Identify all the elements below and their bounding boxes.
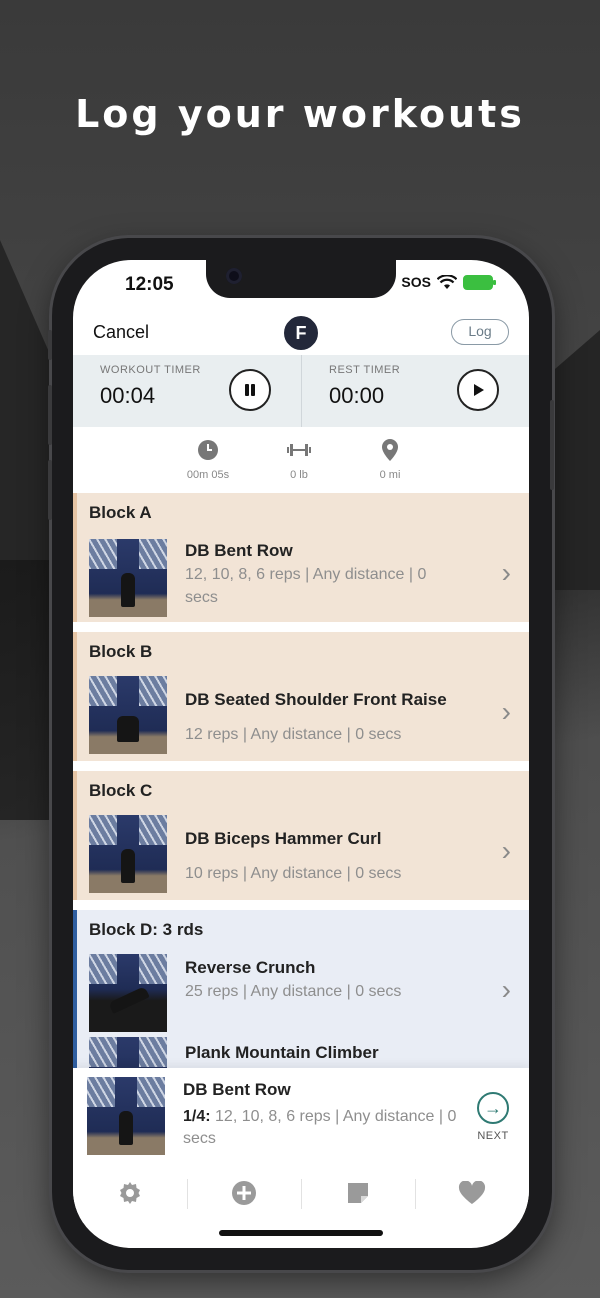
log-button[interactable]: Log — [451, 319, 509, 345]
current-exercise-detail: 1/4: 12, 10, 8, 6 reps | Any distance | … — [183, 1106, 463, 1150]
exercise-thumbnail — [87, 1077, 165, 1155]
exercise-detail: 12 reps | Any distance | 0 secs — [185, 726, 402, 743]
carrier-label: SOS — [401, 274, 431, 290]
exercise-row[interactable]: DB Bent Row 12, 10, 8, 6 reps | Any dist… — [77, 527, 529, 622]
heart-icon — [458, 1181, 486, 1204]
exercise-name: DB Biceps Hammer Curl — [185, 829, 382, 848]
pause-button[interactable] — [229, 369, 271, 411]
arrow-right-icon: → — [477, 1092, 509, 1124]
timers-panel: WORKOUT TIMER 00:04 REST TIMER 00:00 — [73, 355, 529, 427]
gear-icon — [120, 1182, 140, 1204]
tab-add[interactable] — [187, 1163, 301, 1223]
workout-timer-label: WORKOUT TIMER — [100, 364, 201, 376]
dumbbell-icon — [287, 444, 311, 456]
exercise-row[interactable]: DB Seated Shoulder Front Raise 12 reps |… — [77, 666, 529, 761]
phone-button — [48, 385, 52, 445]
play-icon — [474, 384, 484, 396]
exercise-name: DB Bent Row — [185, 541, 293, 560]
phone-button — [550, 400, 554, 490]
exercise-detail: 25 reps | Any distance | 0 secs — [185, 983, 402, 1000]
block-b[interactable]: Block B DB Seated Shoulder Front Raise 1… — [73, 632, 529, 761]
rest-timer-value: 00:00 — [329, 383, 385, 408]
clock-icon — [198, 440, 218, 460]
chevron-right-icon: › — [501, 557, 511, 588]
chevron-right-icon: › — [501, 696, 511, 727]
tab-settings[interactable] — [73, 1163, 187, 1223]
block-title: Block D: 3 rds — [89, 920, 204, 939]
chevron-right-icon: › — [501, 974, 511, 1005]
workout-timer: WORKOUT TIMER 00:04 — [73, 355, 301, 427]
chevron-right-icon: › — [501, 835, 511, 866]
workout-stats: 00m 05s 0 lb 0 mi — [73, 438, 529, 494]
exercise-detail: 12, 10, 8, 6 reps | Any distance | 0 sec… — [185, 566, 427, 606]
stat-distance-value: 0 mi — [379, 469, 401, 481]
exercise-name: Reverse Crunch — [185, 958, 316, 977]
next-label: NEXT — [477, 1130, 509, 1142]
tab-bar — [73, 1163, 529, 1223]
exercise-name: Plank Mountain Climber — [185, 1043, 379, 1062]
cancel-button[interactable]: Cancel — [93, 322, 149, 343]
exercise-detail: 10 reps | Any distance | 0 secs — [185, 865, 402, 882]
workout-timer-value: 00:04 — [100, 383, 156, 408]
block-title: Block B — [89, 642, 153, 661]
current-set: 1/4: — [183, 1108, 211, 1125]
exercise-name: DB Seated Shoulder Front Raise — [185, 690, 447, 709]
note-icon — [348, 1183, 368, 1203]
status-time: 12:05 — [125, 274, 174, 295]
block-list: Block A DB Bent Row 12, 10, 8, 6 reps | … — [73, 493, 529, 1120]
current-exercise-card[interactable]: DB Bent Row 1/4: 12, 10, 8, 6 reps | Any… — [73, 1068, 529, 1163]
play-button[interactable] — [457, 369, 499, 411]
status-icons: SOS — [401, 274, 496, 290]
notch — [206, 260, 396, 298]
app-logo: F — [284, 316, 318, 350]
wifi-icon — [437, 274, 457, 289]
exercise-thumbnail — [89, 815, 167, 893]
stat-weight: 0 lb — [259, 438, 339, 481]
stat-duration-value: 00m 05s — [186, 469, 230, 481]
stat-duration: 00m 05s — [168, 438, 248, 481]
tab-notes[interactable] — [301, 1163, 415, 1223]
stat-weight-value: 0 lb — [290, 469, 308, 481]
plus-circle-icon — [232, 1181, 256, 1205]
current-detail-text: 12, 10, 8, 6 reps | Any distance | 0 sec… — [183, 1108, 457, 1147]
exercise-row[interactable]: DB Biceps Hammer Curl 10 reps | Any dist… — [77, 805, 529, 900]
stat-distance: 0 mi — [350, 438, 430, 481]
block-a[interactable]: Block A DB Bent Row 12, 10, 8, 6 reps | … — [73, 493, 529, 622]
battery-icon — [463, 274, 496, 290]
phone-screen: 12:05 SOS Cancel F Log WORKOUT TIMER 00:… — [73, 260, 529, 1248]
headline: Log your workouts — [75, 92, 525, 136]
phone-button — [48, 330, 52, 360]
camera — [226, 268, 242, 284]
exercise-row[interactable]: Reverse Crunch 25 reps | Any distance | … — [77, 944, 529, 1039]
block-c[interactable]: Block C DB Biceps Hammer Curl 10 reps | … — [73, 771, 529, 900]
phone-button — [48, 460, 52, 520]
location-pin-icon — [382, 439, 398, 461]
exercise-thumbnail — [89, 539, 167, 617]
rest-timer-label: REST TIMER — [329, 364, 401, 376]
exercise-thumbnail — [89, 954, 167, 1032]
block-title: Block A — [89, 503, 152, 522]
rest-timer: REST TIMER 00:00 — [301, 355, 529, 427]
tab-favorites[interactable] — [415, 1163, 529, 1223]
block-title: Block C — [89, 781, 153, 800]
current-exercise-name: DB Bent Row — [183, 1080, 291, 1099]
pause-icon — [245, 384, 255, 396]
home-indicator — [219, 1230, 383, 1236]
nav-bar: Cancel F Log — [73, 312, 529, 356]
exercise-thumbnail — [89, 676, 167, 754]
next-button[interactable]: → NEXT — [477, 1092, 509, 1142]
